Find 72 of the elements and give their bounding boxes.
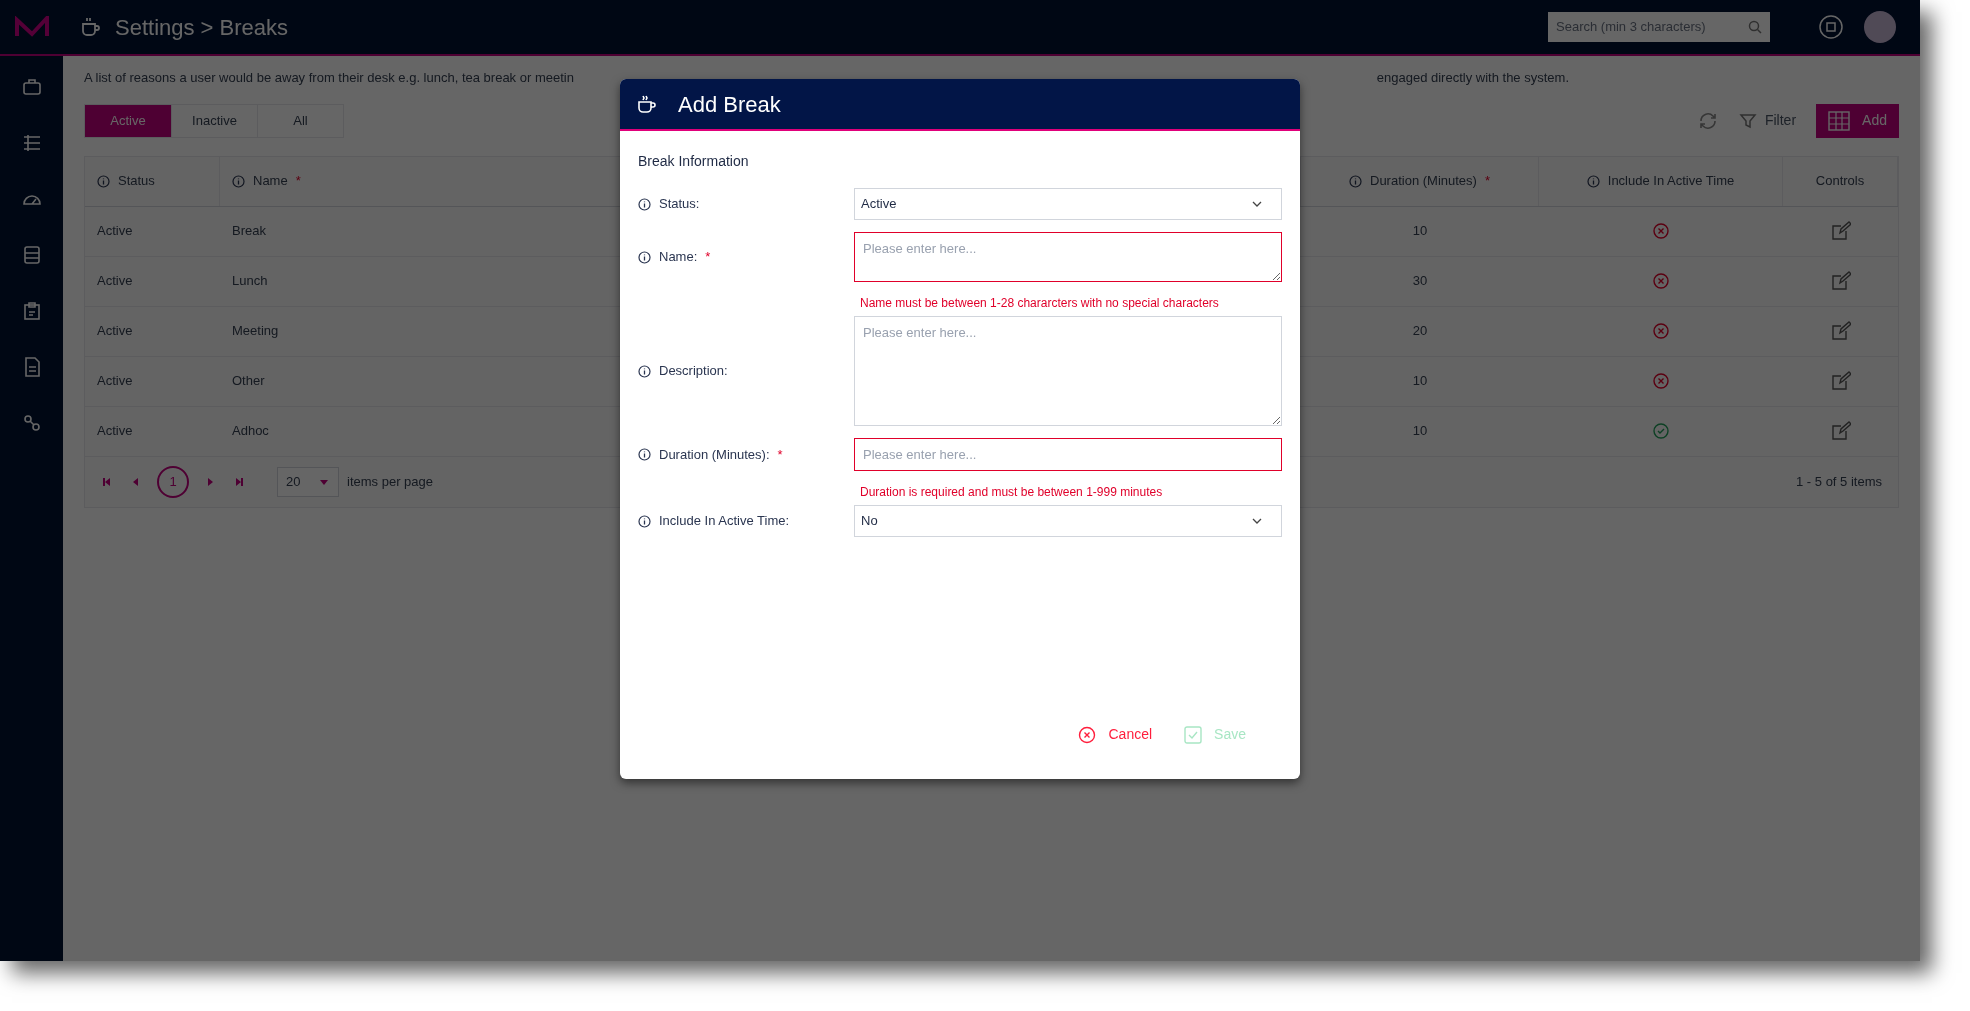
input-field[interactable]: Please enter here... [854, 438, 1282, 471]
grid-icon [1828, 110, 1851, 131]
table-cell-text: Meeting [232, 322, 279, 341]
tab[interactable]: Active [85, 104, 171, 137]
cancel-button[interactable]: Cancel [1078, 724, 1153, 745]
info-icon [638, 448, 651, 461]
info-icon [638, 197, 651, 211]
text-area[interactable]: Please enter here... [854, 232, 1282, 282]
info-icon [638, 514, 651, 528]
help-icon[interactable] [1818, 14, 1844, 40]
page-button[interactable]: 1 [157, 465, 189, 498]
info-icon [638, 250, 651, 264]
required-mark: * [777, 445, 783, 464]
table-cell-text: 10 [1412, 372, 1428, 391]
nav-icon[interactable] [20, 76, 43, 98]
table-cell-text: Other [232, 372, 265, 391]
avatar[interactable] [1864, 11, 1896, 43]
edit-icon[interactable] [1830, 421, 1851, 441]
required-mark: * [295, 172, 301, 191]
search-field[interactable]: Search (min 3 characters) [1548, 12, 1770, 42]
add-button[interactable]: Add [1816, 103, 1899, 138]
table-cell-text: Active [97, 272, 133, 291]
close-icon [1078, 725, 1097, 744]
error-message: Duration is required and must be between 1-999 minutes [860, 485, 1163, 499]
first-page-icon[interactable] [101, 475, 113, 488]
field-label: Status: [659, 195, 700, 214]
filter-button[interactable]: Filter [1738, 110, 1797, 131]
column-header: Controls [1815, 172, 1865, 191]
required-mark: * [705, 248, 711, 267]
edit-icon[interactable] [1830, 371, 1851, 391]
edit-icon[interactable] [1830, 221, 1851, 241]
column-header: Name [253, 172, 288, 191]
select-field[interactable]: No [854, 505, 1282, 537]
edit-icon[interactable] [1830, 271, 1851, 291]
table-cell-text: Lunch [232, 272, 268, 291]
table-cell-text: 10 [1412, 422, 1428, 441]
table-cell-text: Break [232, 222, 266, 241]
dialog-title: Add Break [678, 90, 781, 119]
cup-icon [636, 93, 658, 115]
table-cell-text: 20 [1412, 322, 1428, 341]
page-title: Settings > Breaks [115, 13, 289, 42]
column-header: Include In Active Time [1607, 172, 1735, 191]
description-text: A list of reasons a user would be away from their desk e.g. lunch, tea break or meetin [84, 69, 574, 87]
page-size-select[interactable]: 20 [277, 466, 339, 497]
column-header: Duration (Minutes) [1370, 172, 1477, 191]
required-mark: * [1484, 172, 1490, 191]
table-cell-text: Active [97, 422, 133, 441]
field-label: Description: [659, 362, 728, 381]
description-text: engaged directly with the system. [1376, 69, 1569, 87]
error-message: Name must be between 1-28 chararcters with no special characters [860, 296, 1219, 310]
table-cell-text: 10 [1412, 222, 1428, 241]
check-icon [1184, 725, 1203, 744]
field-label: Duration (Minutes): [659, 445, 770, 464]
filter-icon [1738, 111, 1757, 130]
items-summary: 1 - 5 of 5 items [1796, 472, 1882, 491]
search-icon [1748, 20, 1762, 34]
table-cell-text: Active [97, 322, 133, 341]
table-cell-text: Active [97, 372, 133, 391]
page-size-label: items per page [347, 472, 433, 491]
field-label: Name: [659, 248, 698, 267]
field-label: Include In Active Time: [659, 512, 790, 531]
info-icon [638, 364, 651, 378]
table-cell-text: 30 [1412, 272, 1428, 291]
table-cell-text: Adhoc [232, 422, 269, 441]
table-cell-text: Active [97, 222, 133, 241]
select-field[interactable]: Active [854, 188, 1282, 220]
logo-icon [14, 16, 49, 38]
column-header: Status [118, 172, 155, 191]
last-page-icon[interactable] [233, 475, 245, 488]
section-heading: Break Information [638, 152, 750, 171]
cup-icon [79, 15, 103, 39]
edit-icon[interactable] [1830, 321, 1851, 341]
